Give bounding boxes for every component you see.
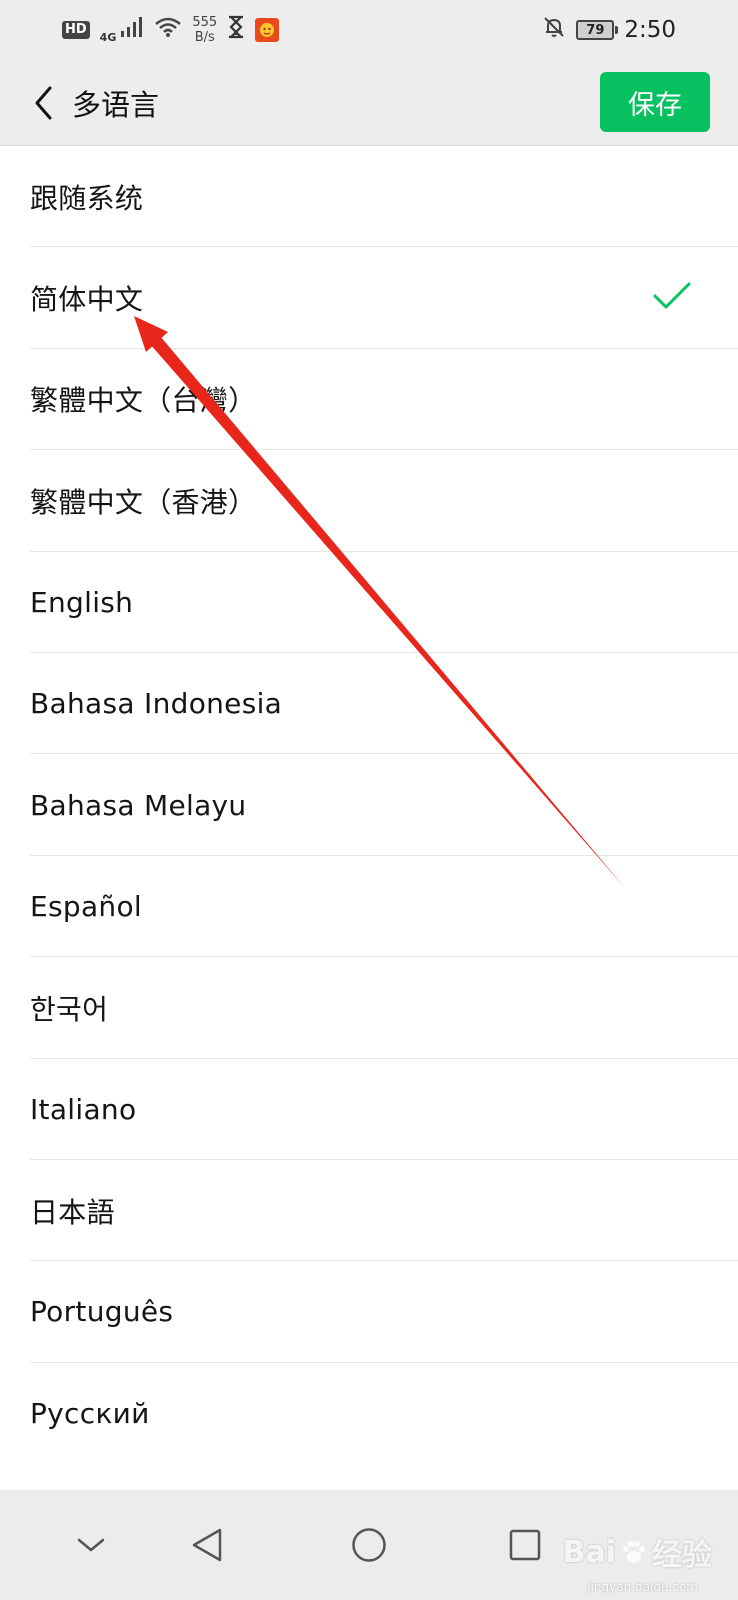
battery-level: 79 bbox=[586, 22, 605, 38]
hd-icon: HD bbox=[62, 21, 90, 39]
watermark-brand: Bai bbox=[562, 1534, 616, 1570]
language-item-italiano[interactable]: Italiano bbox=[0, 1059, 738, 1161]
clock: 2:50 bbox=[624, 17, 676, 43]
language-item-portugues[interactable]: Português bbox=[0, 1261, 738, 1364]
language-label: 简体中文 bbox=[30, 283, 144, 317]
checkmark-icon bbox=[652, 281, 692, 315]
mute-bell-icon bbox=[542, 15, 566, 45]
language-label: Bahasa Melayu bbox=[30, 788, 247, 822]
status-right: 79 2:50 bbox=[542, 15, 676, 45]
speed-unit: B/s bbox=[194, 30, 215, 45]
chevron-left-icon bbox=[35, 86, 52, 119]
language-item-follow-system[interactable]: 跟随系统 bbox=[0, 146, 738, 248]
app-notification-icon bbox=[255, 18, 280, 42]
language-label: English bbox=[30, 585, 134, 619]
language-label: 한국어 bbox=[30, 992, 109, 1026]
language-label: 日本語 bbox=[30, 1195, 115, 1229]
language-item-korean[interactable]: 한국어 bbox=[0, 957, 738, 1059]
network-speed: 555 B/s bbox=[192, 15, 217, 45]
language-item-bahasa-indonesia[interactable]: Bahasa Indonesia bbox=[0, 653, 738, 755]
language-label: Português bbox=[30, 1295, 174, 1329]
language-item-simplified-chinese[interactable]: 简体中文 bbox=[0, 247, 738, 350]
back-triangle-icon[interactable] bbox=[172, 1510, 242, 1580]
language-label: 跟随系统 bbox=[30, 181, 144, 215]
language-item-russian[interactable]: Русский bbox=[0, 1363, 738, 1464]
network-type-label: 4G bbox=[99, 31, 117, 44]
signal-icon bbox=[120, 16, 144, 44]
language-label: Italiano bbox=[30, 1092, 137, 1126]
hourglass-icon bbox=[227, 15, 245, 45]
collapse-chevron-icon[interactable] bbox=[56, 1510, 126, 1580]
home-circle-icon[interactable] bbox=[334, 1510, 404, 1580]
watermark-logo: Bai 经验 bbox=[563, 1530, 712, 1574]
watermark-suffix: 经验 bbox=[652, 1538, 712, 1573]
language-item-bahasa-melayu[interactable]: Bahasa Melayu bbox=[0, 754, 738, 857]
language-item-traditional-chinese-taiwan[interactable]: 繁體中文（台灣） bbox=[0, 349, 738, 451]
language-item-english[interactable]: English bbox=[0, 552, 738, 654]
page-title: 多语言 bbox=[72, 87, 160, 122]
language-label: 繁體中文（台灣） bbox=[30, 384, 257, 418]
speed-value: 555 bbox=[192, 15, 218, 30]
screen: HD 4G 555 B/s 79 2:50 多语言 保存 跟随系统 简体中文 繁… bbox=[0, 0, 738, 1600]
language-item-espanol[interactable]: Español bbox=[0, 856, 738, 958]
language-item-traditional-chinese-hongkong[interactable]: 繁體中文（香港） bbox=[0, 450, 738, 552]
app-header: 多语言 保存 bbox=[0, 60, 738, 146]
watermark-url: jingyan.baidu.com bbox=[587, 1580, 698, 1594]
save-button[interactable]: 保存 bbox=[600, 72, 710, 132]
language-label: Русский bbox=[30, 1396, 150, 1430]
paw-icon bbox=[623, 1541, 645, 1563]
battery-icon: 79 bbox=[576, 20, 619, 40]
language-item-japanese[interactable]: 日本語 bbox=[0, 1160, 738, 1262]
language-list: 跟随系统 简体中文 繁體中文（台灣） 繁體中文（香港） English Baha… bbox=[0, 146, 738, 1464]
wifi-icon bbox=[154, 16, 182, 44]
recents-square-icon[interactable] bbox=[490, 1510, 560, 1580]
back-button[interactable] bbox=[16, 73, 72, 133]
language-label: 繁體中文（香港） bbox=[30, 485, 257, 519]
language-label: Español bbox=[30, 889, 142, 923]
status-left: HD 4G 555 B/s bbox=[62, 15, 280, 45]
language-label: Bahasa Indonesia bbox=[30, 687, 283, 721]
status-bar: HD 4G 555 B/s 79 2:50 bbox=[0, 0, 738, 60]
